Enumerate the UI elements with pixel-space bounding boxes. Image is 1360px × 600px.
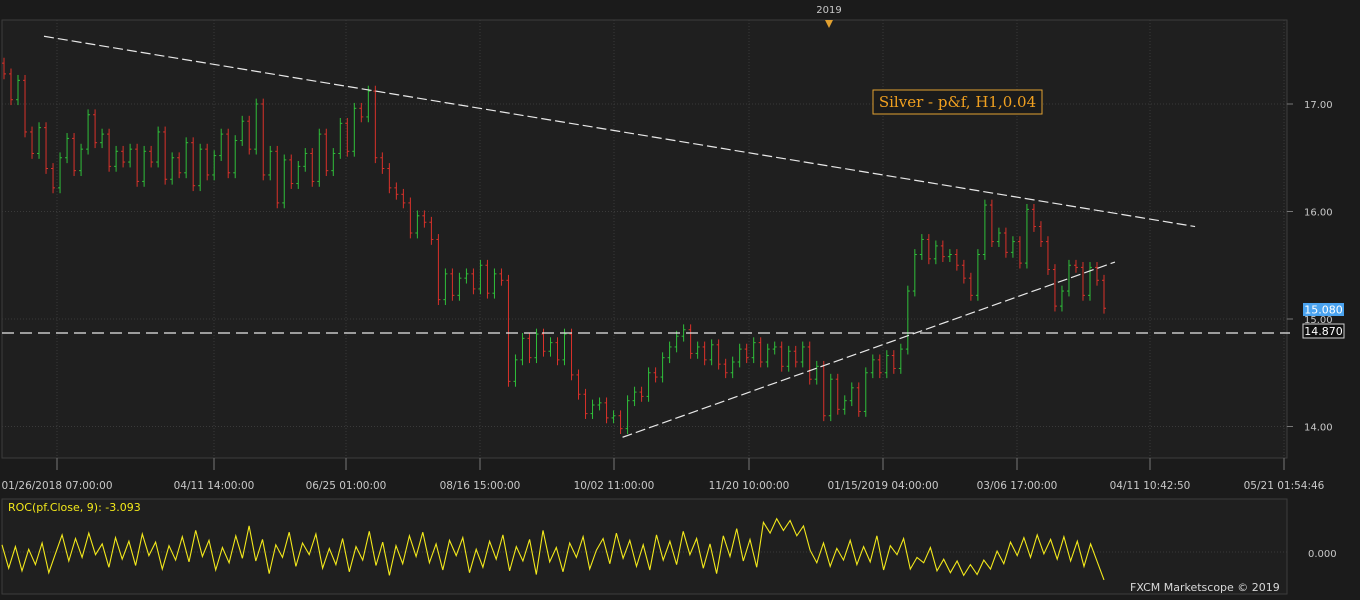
time-tick-label: 04/11 10:42:50 [1110, 480, 1191, 492]
time-tick-label: 03/06 17:00:00 [977, 480, 1058, 492]
indicator-title: ROC(pf.Close, 9): -3.093 [8, 501, 141, 514]
price-tick-label: 16.00 [1304, 208, 1333, 219]
year-marker-label: 2019 [816, 5, 841, 16]
price-tick-label: 14.00 [1304, 423, 1333, 434]
time-tick-label: 11/20 10:00:00 [709, 480, 790, 492]
time-tick-label: 01/26/2018 07:00:00 [1, 480, 112, 492]
watermark: FXCM Marketscope © 2019 [1130, 581, 1280, 594]
price-chart-svg[interactable]: 2019 Silver - p&f, H1,0.04 14.0015.0016.… [0, 0, 1360, 596]
time-tick-label: 06/25 01:00:00 [306, 480, 387, 492]
time-tick-label: 04/11 14:00:00 [174, 480, 255, 492]
time-tick-label: 05/21 01:54:46 [1244, 480, 1325, 492]
time-tick-label: 08/16 15:00:00 [440, 480, 521, 492]
price-tick-label: 17.00 [1304, 100, 1333, 111]
time-tick-label: 10/02 11:00:00 [574, 480, 655, 492]
last-price-value: 15.080 [1304, 304, 1343, 317]
main-plot-area[interactable] [1, 19, 1288, 459]
chart-window: 2019 Silver - p&f, H1,0.04 14.00 15.00 16.… [0, 0, 1360, 596]
chart-title: Silver - p&f, H1,0.04 [879, 93, 1036, 111]
indicator-zero-tick: 0.000 [1308, 549, 1337, 560]
indicator-plot-area[interactable] [1, 498, 1288, 595]
time-tick-label: 01/15/2019 04:00:00 [827, 480, 938, 492]
hline-price-value: 14.870 [1304, 325, 1343, 338]
